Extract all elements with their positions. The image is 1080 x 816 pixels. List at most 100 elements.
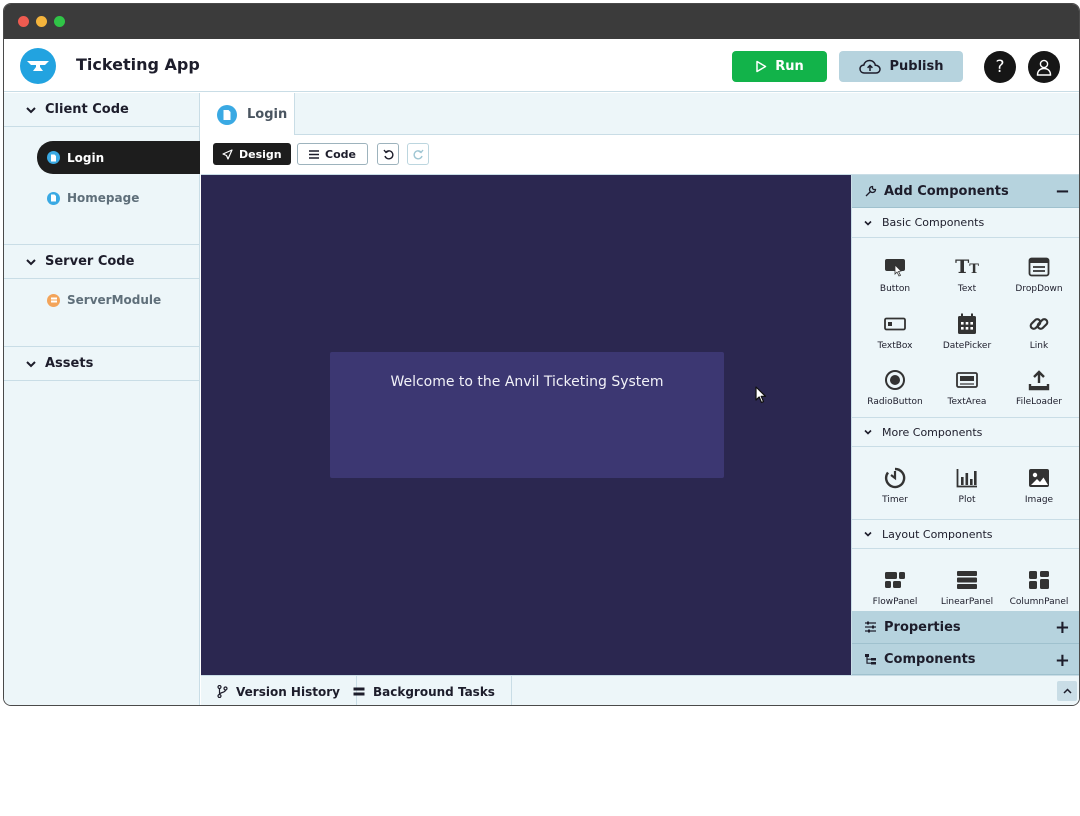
component-label: Image: [1024, 495, 1054, 505]
run-button[interactable]: Run: [732, 51, 827, 82]
component-textarea[interactable]: TextArea: [930, 368, 1004, 407]
editor-tab-strip: Login: [201, 93, 1079, 136]
version-history-label: Version History: [236, 684, 340, 699]
component-columnpanel[interactable]: ColumnPanel: [1002, 568, 1076, 607]
component-fileloader[interactable]: FileLoader: [1002, 368, 1076, 407]
collapse-icon[interactable]: −: [1055, 181, 1070, 202]
sidebar-item-label: Homepage: [67, 191, 140, 205]
tab-login[interactable]: Login: [201, 93, 295, 136]
chevron-down-icon: [864, 220, 872, 226]
expand-icon[interactable]: +: [1055, 650, 1070, 671]
component-label: TextArea: [947, 397, 987, 407]
background-tasks-button[interactable]: Background Tasks: [337, 676, 512, 705]
component-text[interactable]: TT Text: [930, 255, 1004, 294]
assets-section[interactable]: Assets: [4, 347, 200, 381]
sidebar-item-label: ServerModule: [67, 293, 162, 307]
help-button[interactable]: ?: [984, 51, 1016, 83]
design-view-button[interactable]: Design: [213, 143, 291, 165]
close-window-button[interactable]: [18, 16, 29, 27]
add-components-title: Add Components: [884, 183, 1009, 199]
component-label: Plot: [958, 495, 976, 505]
account-button[interactable]: [1028, 51, 1060, 83]
design-label: Design: [239, 147, 282, 161]
radio-button-icon: [883, 368, 907, 392]
component-linearpanel[interactable]: LinearPanel: [930, 568, 1004, 607]
text-icon: TT: [955, 256, 979, 278]
component-textbox[interactable]: TextBox: [858, 312, 932, 351]
app-title: Ticketing App: [76, 55, 200, 74]
component-label: Timer: [882, 495, 908, 505]
component-label: ColumnPanel: [1009, 597, 1069, 607]
client-code-section[interactable]: Client Code: [4, 93, 200, 127]
sidebar-item-login[interactable]: Login: [37, 141, 200, 174]
properties-title: Properties: [884, 619, 961, 635]
minimize-window-button[interactable]: [36, 16, 47, 27]
component-radiobutton[interactable]: RadioButton: [858, 368, 932, 407]
timer-icon: [883, 466, 907, 490]
form-file-icon: [47, 191, 60, 205]
flow-panel-icon: [883, 568, 907, 592]
component-flowpanel[interactable]: FlowPanel: [858, 568, 932, 607]
components-header[interactable]: Components +: [852, 644, 1079, 675]
maximize-window-button[interactable]: [54, 16, 65, 27]
add-components-header[interactable]: Add Components −: [852, 175, 1079, 208]
redo-button[interactable]: [407, 143, 429, 165]
design-canvas[interactable]: Welcome to the Anvil Ticketing System: [201, 175, 851, 675]
component-image[interactable]: Image: [1002, 466, 1076, 505]
textarea-icon: [955, 368, 979, 392]
column-panel-icon: [1027, 568, 1051, 592]
publish-button[interactable]: Publish: [839, 51, 963, 82]
component-timer[interactable]: Timer: [858, 466, 932, 505]
image-icon: [1027, 466, 1051, 490]
publish-button-label: Publish: [889, 59, 944, 74]
component-label: TextBox: [877, 341, 913, 351]
textbox-icon: [883, 312, 907, 336]
send-icon: [222, 148, 233, 160]
component-plot[interactable]: Plot: [930, 466, 1004, 505]
component-button[interactable]: Button: [858, 255, 932, 294]
mouse-cursor-icon: [755, 386, 767, 404]
component-label: RadioButton: [867, 397, 923, 407]
server-code-title: Server Code: [45, 254, 135, 269]
chevron-down-icon: [26, 106, 36, 113]
component-label: DatePicker: [942, 341, 992, 351]
chevron-down-icon: [26, 360, 36, 367]
help-icon: ?: [995, 57, 1005, 77]
component-dropdown[interactable]: DropDown: [1002, 255, 1076, 294]
basic-components-title: Basic Components: [882, 216, 985, 229]
server-code-section[interactable]: Server Code: [4, 245, 200, 279]
client-code-title: Client Code: [45, 102, 129, 117]
more-components-header[interactable]: More Components: [852, 417, 1079, 447]
layout-components-title: Layout Components: [882, 527, 993, 541]
component-label: Link: [1029, 341, 1049, 351]
bottom-bar: Version History Background Tasks: [201, 675, 1079, 705]
code-view-button[interactable]: Code: [297, 143, 368, 165]
title-bar: [4, 4, 1079, 39]
expand-bottom-panel-button[interactable]: [1057, 681, 1077, 701]
welcome-card[interactable]: Welcome to the Anvil Ticketing System: [330, 352, 724, 478]
layout-components-header[interactable]: Layout Components: [852, 519, 1079, 549]
tab-label: Login: [247, 107, 288, 122]
chevron-up-icon: [1062, 688, 1072, 694]
properties-header[interactable]: Properties +: [852, 611, 1079, 644]
server-module-icon: [47, 293, 60, 307]
run-button-label: Run: [775, 59, 804, 74]
chevron-down-icon: [26, 258, 36, 265]
cloud-upload-icon: [858, 59, 881, 74]
component-datepicker[interactable]: DatePicker: [930, 312, 1004, 351]
git-branch-icon: [217, 685, 228, 698]
version-history-button[interactable]: Version History: [201, 676, 357, 705]
sidebar-item-servermodule[interactable]: ServerModule: [47, 290, 161, 310]
user-icon: [1036, 59, 1052, 76]
assets-title: Assets: [45, 356, 94, 371]
form-file-icon: [47, 151, 60, 164]
undo-button[interactable]: [377, 143, 399, 165]
upload-icon: [1027, 368, 1051, 392]
tasks-icon: [353, 687, 365, 695]
expand-icon[interactable]: +: [1055, 617, 1070, 638]
chevron-down-icon: [864, 531, 872, 537]
redo-icon: [412, 149, 424, 160]
component-link[interactable]: Link: [1002, 312, 1076, 351]
sidebar-item-homepage[interactable]: Homepage: [47, 188, 139, 208]
basic-components-header[interactable]: Basic Components: [852, 208, 1079, 238]
